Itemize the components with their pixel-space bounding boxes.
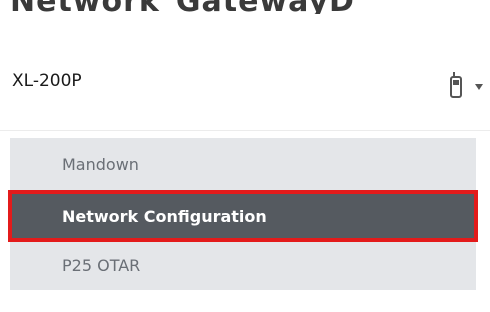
menu-item-p25-otar[interactable]: P25 OTAR [10, 240, 476, 290]
menu-item-mandown[interactable]: Mandown [10, 138, 476, 192]
page-title: Network_GatewayD [10, 0, 355, 14]
page-title-partial: Network_GatewayD [0, 0, 490, 14]
menu-item-label: P25 OTAR [62, 255, 141, 275]
divider [0, 130, 490, 131]
dropdown-menu: Mandown Network Configuration P25 OTAR [8, 138, 478, 290]
device-selector[interactable]: XL-200P [0, 60, 490, 120]
menu-item-label: Network Configuration [62, 206, 267, 226]
menu-item-network-configuration[interactable]: Network Configuration [8, 190, 478, 242]
radio-handset-icon[interactable] [449, 72, 463, 98]
menu-item-label: Mandown [62, 155, 139, 174]
device-name: XL-200P [12, 71, 82, 91]
caret-down-icon[interactable] [475, 84, 483, 90]
